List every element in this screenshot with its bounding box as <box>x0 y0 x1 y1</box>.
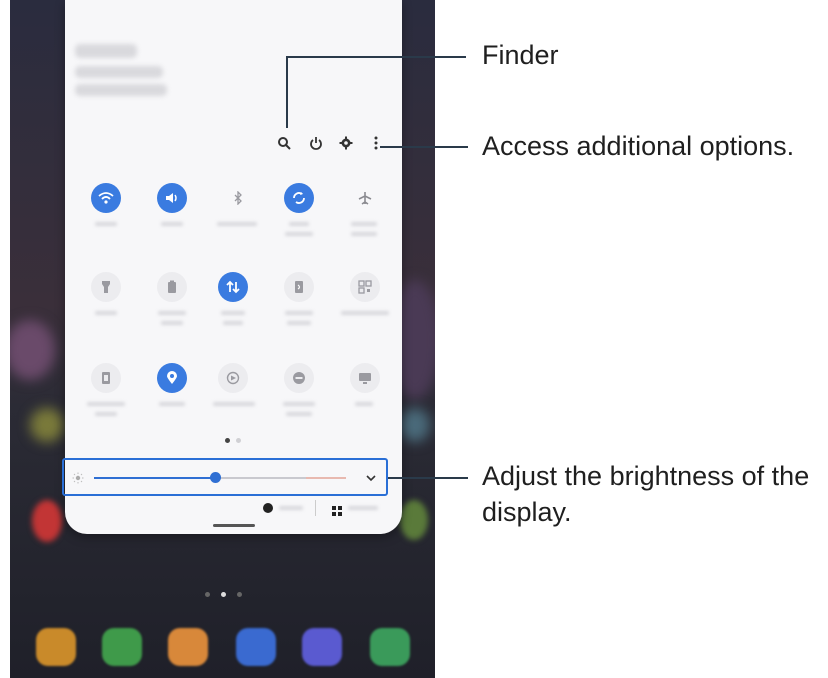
brightness-track-filled <box>94 477 212 479</box>
wifi-icon[interactable] <box>91 183 121 213</box>
tile-label-blurred <box>287 321 311 325</box>
devices-label-blurred <box>348 506 378 510</box>
tile-label-blurred <box>283 402 315 406</box>
messages-app-icon[interactable] <box>236 628 276 666</box>
calendar-app-icon[interactable] <box>370 628 410 666</box>
brightness-callout-text-line2: display. <box>482 497 572 527</box>
page-dot <box>205 592 210 597</box>
dock-app-icon[interactable] <box>36 628 76 666</box>
tile-label-blurred <box>95 311 117 315</box>
auto-rotate-icon[interactable] <box>284 183 314 213</box>
devices-icon[interactable] <box>332 503 342 516</box>
tile-label-blurred <box>351 222 377 226</box>
quick-panel <box>65 0 402 534</box>
nfc-icon[interactable] <box>284 272 314 302</box>
tile-label-blurred <box>341 311 389 315</box>
options-callout-line <box>380 146 468 148</box>
power-mode-icon[interactable] <box>157 272 187 302</box>
tile-label-blurred <box>161 321 183 325</box>
finder-callout-line <box>286 56 288 128</box>
tile-label-blurred <box>217 222 257 226</box>
media-label-blurred <box>279 506 303 510</box>
settings-icon[interactable] <box>339 136 353 150</box>
date-time-blurred <box>75 44 137 58</box>
wallpaper-blob <box>30 408 64 442</box>
search-icon[interactable] <box>277 136 291 150</box>
brightness-track-empty <box>214 477 306 479</box>
tile-label-blurred <box>221 311 245 315</box>
battery-saver-icon[interactable] <box>91 363 121 393</box>
sound-icon[interactable] <box>157 183 187 213</box>
panel-handle[interactable] <box>213 524 255 527</box>
brightness-control-highlight <box>62 458 388 496</box>
tile-label-blurred <box>289 222 309 226</box>
wallpaper-blob <box>400 500 428 540</box>
tile-label-blurred <box>213 402 255 406</box>
flashlight-icon[interactable] <box>91 272 121 302</box>
qr-scanner-icon[interactable] <box>350 272 380 302</box>
page-dot <box>221 592 226 597</box>
power-icon[interactable] <box>309 136 323 150</box>
date-time-blurred <box>75 66 163 78</box>
more-options-icon[interactable] <box>369 136 383 150</box>
bluetooth-icon[interactable] <box>223 183 253 213</box>
panel-page-dot <box>225 438 230 443</box>
divider <box>315 500 316 516</box>
finder-callout-text: Finder <box>482 40 559 70</box>
screen-recorder-icon[interactable] <box>218 363 248 393</box>
tile-label-blurred <box>285 311 313 315</box>
tile-label-blurred <box>286 412 312 416</box>
wallpaper-blob <box>32 500 62 542</box>
tile-label-blurred <box>285 232 313 236</box>
tile-label-blurred <box>351 232 377 236</box>
page-dot <box>237 592 242 597</box>
wallpaper-blob <box>10 320 55 380</box>
brightness-callout-line <box>388 477 468 479</box>
wallpaper-blob <box>400 408 430 442</box>
brightness-callout-text-line1: Adjust the brightness of the <box>482 461 810 491</box>
mobile-data-icon[interactable] <box>218 272 248 302</box>
tile-label-blurred <box>159 402 185 406</box>
sun-icon <box>72 471 84 484</box>
tile-label-blurred <box>158 311 186 315</box>
finder-callout-line <box>286 56 466 58</box>
phone-app-icon[interactable] <box>102 628 142 666</box>
tile-label-blurred <box>87 402 125 406</box>
tile-label-blurred <box>95 412 117 416</box>
panel-page-dot <box>236 438 241 443</box>
phone-screen <box>10 0 435 678</box>
tile-label-blurred <box>161 222 183 226</box>
tile-label-blurred <box>223 321 243 325</box>
brightness-slider-thumb[interactable] <box>210 472 221 483</box>
brightness-track-extra <box>306 477 346 479</box>
internet-app-icon[interactable] <box>302 628 342 666</box>
do-not-disturb-icon[interactable] <box>284 363 314 393</box>
media-output-icon[interactable] <box>263 503 273 513</box>
tile-label-blurred <box>355 402 373 406</box>
airplane-mode-icon[interactable] <box>350 183 380 213</box>
options-callout-text: Access additional options. <box>482 131 795 161</box>
contacts-app-icon[interactable] <box>168 628 208 666</box>
dex-icon[interactable] <box>350 363 380 393</box>
chevron-down-icon[interactable] <box>365 471 377 483</box>
date-time-blurred <box>75 84 167 96</box>
location-icon[interactable] <box>157 363 187 393</box>
tile-label-blurred <box>95 222 117 226</box>
